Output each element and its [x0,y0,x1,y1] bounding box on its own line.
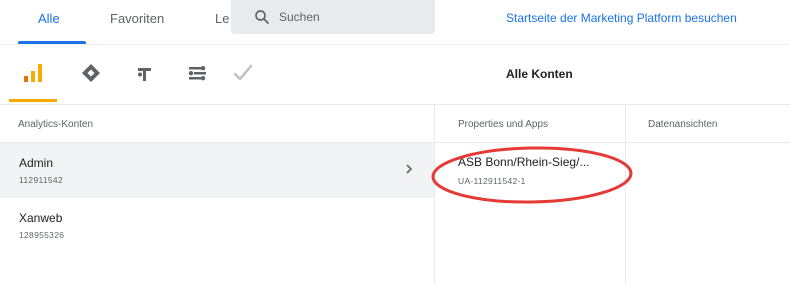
tab-alle[interactable]: Alle [38,11,60,26]
surveys-check-icon[interactable] [232,62,254,84]
divider [0,44,790,45]
column-header-views: Datenansichten [648,119,718,130]
product-tab-bar: Alle Favoriten Le Suchen Startseite der … [0,0,790,44]
account-name: Xanweb [19,211,63,225]
account-row-xanweb[interactable]: Xanweb 128955326 [0,198,434,253]
marketing-platform-link[interactable]: Startseite der Marketing Platform besuch… [506,11,737,25]
account-id: 112911542 [19,175,63,185]
divider [0,104,790,105]
account-id: 128955326 [19,230,65,240]
optimize-icon[interactable] [134,62,156,84]
column-header-properties: Properties und Apps [458,119,549,130]
active-product-indicator [9,99,57,102]
account-name: Admin [19,156,54,170]
search-box[interactable]: Suchen [231,0,435,34]
column-divider [625,105,626,284]
property-item[interactable]: ASB Bonn/Rhein-Sieg/... UA-112911542-1 [458,155,623,186]
scope-title: Alle Konten [506,67,573,81]
property-name: ASB Bonn/Rhein-Sieg/... [458,155,590,169]
tab-favoriten[interactable]: Favoriten [110,11,164,26]
analytics-icon[interactable] [22,62,44,84]
tab-letzte[interactable]: Le [215,11,229,26]
search-input[interactable]: Suchen [279,10,320,24]
account-row-admin[interactable]: Admin 112911542 [0,143,434,198]
property-id: UA-112911542-1 [458,176,526,186]
chevron-right-icon [406,164,413,174]
data-studio-icon[interactable] [186,62,208,84]
column-header-accounts: Analytics-Konten [18,119,94,130]
tag-manager-icon[interactable] [80,62,102,84]
column-divider [434,105,435,284]
search-icon [255,10,269,24]
